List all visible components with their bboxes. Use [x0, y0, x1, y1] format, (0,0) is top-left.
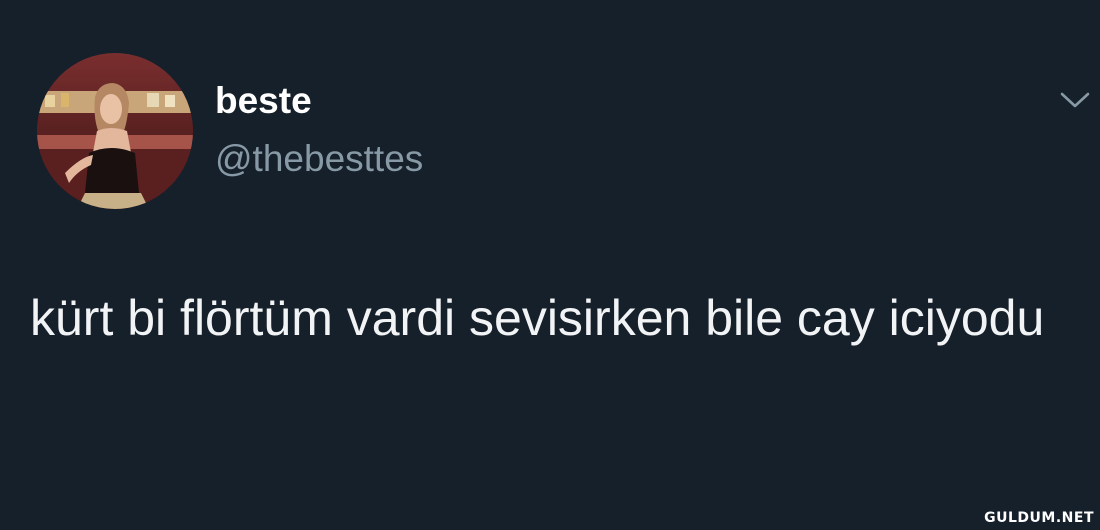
- user-handle[interactable]: @thebesttes: [215, 138, 423, 180]
- display-name[interactable]: beste: [215, 80, 312, 122]
- avatar[interactable]: [37, 53, 193, 209]
- chevron-down-icon[interactable]: [1058, 88, 1092, 112]
- profile-photo-icon: [37, 53, 193, 209]
- tweet-text: kürt bi flörtüm vardi sevisirken bile ca…: [30, 290, 1045, 346]
- tweet-card: beste @thebesttes kürt bi flörtüm vardi …: [0, 0, 1100, 530]
- watermark: GULDUM.NET: [984, 510, 1094, 526]
